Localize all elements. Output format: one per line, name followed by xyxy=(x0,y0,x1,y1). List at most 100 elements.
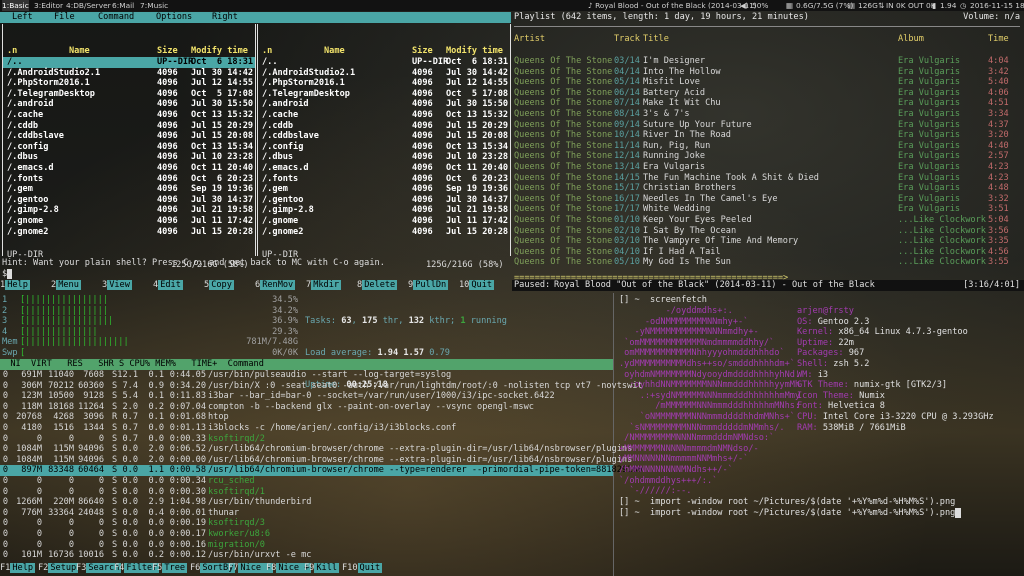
process-row[interactable]: 0 1266M 220M 86640 S 0.0 2.9 1:04.98/usr/bin/th… xyxy=(0,497,613,508)
menu-left[interactable]: Left xyxy=(12,12,33,23)
playlist-row[interactable]: Queens Of The Stone 07/14 Make It Wit Chu E… xyxy=(512,98,1024,109)
menu-command[interactable]: Command xyxy=(98,12,134,23)
playlist-row[interactable]: Queens Of The Stone 06/14 Battery Acid Era … xyxy=(512,88,1024,99)
file-row[interactable]: /.fonts 4096 Oct 6 20:23 xyxy=(258,174,510,185)
file-row[interactable]: /.gnome2 4096 Jul 15 20:28 xyxy=(3,227,255,238)
playlist-row[interactable]: Queens Of The Stone 03/14 I'm Designer Era … xyxy=(512,56,1024,67)
htop-key-setup[interactable]: F2 Setup xyxy=(38,563,79,574)
fkey-help[interactable]: 1 Help xyxy=(0,280,30,291)
file-row[interactable]: /.android 4096 Jul 30 15:50 xyxy=(258,99,510,110)
file-row[interactable]: /.gentoo 4096 Jul 30 14:37 xyxy=(3,195,255,206)
playlist-row[interactable]: Queens Of The Stone 17/17 White Wedding Era… xyxy=(512,204,1024,215)
file-row[interactable]: /.dbus 4096 Jul 10 23:28 xyxy=(3,152,255,163)
process-row[interactable]: 0 0 0 0 S 0.0 0.0 0:00.34 rcu_sched xyxy=(0,476,613,487)
file-row[interactable]: /.gimp-2.8 4096 Jul 21 19:58 xyxy=(258,205,510,216)
file-row[interactable]: /.cddbslave 4096 Jul 15 20:08 xyxy=(3,131,255,142)
process-row[interactable]: 0 0 0 0 S 0.0 0.0 0:00.19 ksoftirqd/3 xyxy=(0,518,613,529)
mc-shell-prompt[interactable]: $ xyxy=(2,269,13,280)
col-artist[interactable]: Artist xyxy=(514,34,545,45)
file-row[interactable]: /.gnome2 4096 Jul 15 20:28 xyxy=(258,227,510,238)
file-row[interactable]: /.gentoo 4096 Jul 30 14:37 xyxy=(258,195,510,206)
process-row[interactable]: 0 776M 33364 24048 S 0.0 0.4 0:00.01 thunar xyxy=(0,508,613,519)
file-row[interactable]: /.cache 4096 Oct 13 15:32 xyxy=(258,110,510,121)
col-album[interactable]: Album xyxy=(898,34,924,45)
file-row[interactable]: /.android 4096 Jul 30 15:50 xyxy=(3,99,255,110)
playlist-row[interactable]: Queens Of The Stone 16/17 Needles In The C… xyxy=(512,194,1024,205)
htop-column-header[interactable]: NI VIRT RES SHR S CPU% MEM% TIME+ Comman… xyxy=(0,359,613,370)
file-row[interactable]: /.cddbslave 4096 Jul 15 20:08 xyxy=(258,131,510,142)
menu-file[interactable]: File xyxy=(54,12,75,23)
process-row[interactable]: 0 1084M 115M 94096 S 0.0 2.0 0:00.00/usr/lib64/… xyxy=(0,455,632,466)
col-name[interactable]: Name xyxy=(69,46,90,56)
process-row[interactable]: 0 691M 11040 7608 S 12.1 0.1 0:44.05/usr/bin/pu… xyxy=(0,370,613,381)
playlist-row[interactable]: Queens Of The Stone 15/17 Christian Brothe… xyxy=(512,183,1024,194)
process-row[interactable]: 0 101M 16736 10016 S 0.0 0.2 0:00.12/usr/bin/ur… xyxy=(0,550,613,561)
playlist-row[interactable]: Queens Of The Stone 13/14 Era Vulgaris Era … xyxy=(512,162,1024,173)
file-row[interactable]: /.. UP--DIR Oct 6 18:31 xyxy=(3,57,255,68)
playlist-row[interactable]: Queens Of The Stone 02/10 I Sat By The Oce… xyxy=(512,226,1024,237)
file-row[interactable]: /.dbus 4096 Jul 10 23:28 xyxy=(258,152,510,163)
file-row[interactable]: /.gnome 4096 Jul 11 17:42 xyxy=(3,216,255,227)
playlist-row[interactable]: Queens Of The Stone 09/14 Suture Up Your F… xyxy=(512,120,1024,131)
playlist-row[interactable]: Queens Of The Stone 08/14 3's & 7's Era Vul… xyxy=(512,109,1024,120)
process-row[interactable]: 0 20768 4268 3096 R 0.7 0.1 0:01.68 htop xyxy=(0,412,613,423)
fkey-view[interactable]: 3 View xyxy=(102,280,132,291)
file-row[interactable]: /.cddb 4096 Jul 15 20:29 xyxy=(3,121,255,132)
process-row[interactable]: 0 118M 18168 11264 S 2.0 0.2 0:07.04 compton -b … xyxy=(0,402,613,413)
file-row[interactable]: /.cache 4096 Oct 13 15:32 xyxy=(3,110,255,121)
file-row[interactable]: /.fonts 4096 Oct 6 20:23 xyxy=(3,174,255,185)
htop-key-tree[interactable]: F5 Tree xyxy=(152,563,188,574)
col-title[interactable]: Title xyxy=(643,34,669,45)
terminal-screenfetch[interactable]: [] ~ screenfetch -/oyddmdhs+:. -odNMMMMM… xyxy=(615,293,1024,576)
playlist-row[interactable]: Queens Of The Stone 12/14 Running Joke Era … xyxy=(512,151,1024,162)
workspace-3[interactable]: 3:Editor xyxy=(34,0,63,11)
file-row[interactable]: /.config 4096 Oct 13 15:34 xyxy=(258,142,510,153)
htop-key-help[interactable]: F1 Help xyxy=(0,563,36,574)
file-row[interactable]: /.emacs.d 4096 Oct 11 20:40 xyxy=(258,163,510,174)
menu-options[interactable]: Options xyxy=(156,12,192,23)
playlist-row[interactable]: Queens Of The Stone 01/10 Keep Your Eyes P… xyxy=(512,215,1024,226)
workspace-7[interactable]: 7:Music xyxy=(140,0,168,11)
file-row[interactable]: /.cddb 4096 Jul 15 20:29 xyxy=(258,121,510,132)
process-row[interactable]: 0 897M 83348 60464 S 0.0 1.1 0:00.58/usr/lib64/… xyxy=(0,465,643,476)
file-row[interactable]: /.AndroidStudio2.1 4096 Jul 30 14:42 xyxy=(258,68,510,79)
file-row[interactable]: /.PhpStorm2016.1 4096 Jul 12 14:55 xyxy=(3,78,255,89)
fkey-mkdir[interactable]: 7 Mkdir xyxy=(306,280,342,291)
workspace-1[interactable]: 1:Basic xyxy=(2,0,29,11)
terminal-command-2[interactable]: [] ~ import -window root ~/Pictures/$(da… xyxy=(619,508,961,519)
col-track[interactable]: Track xyxy=(614,34,640,45)
col-time[interactable]: Time xyxy=(988,34,1009,45)
file-row[interactable]: /.gem 4096 Sep 19 19:36 xyxy=(258,184,510,195)
playlist-row[interactable]: Queens Of The Stone 03/10 The Vampyre Of T… xyxy=(512,236,1024,247)
mc-left-panel[interactable]: .n Name Size Modify time /.. UP--DIR Oct 6… xyxy=(2,24,256,270)
workspace-4[interactable]: 4:DB/Server xyxy=(66,0,111,11)
process-row[interactable]: 0 0 0 0 S 0.0 0.0 0:00.30 ksoftirqd/1 xyxy=(0,487,613,498)
process-row[interactable]: 0 4180 1516 1344 S 0.7 0.0 0:01.13 i3blocks -c /… xyxy=(0,423,613,434)
fkey-renmov[interactable]: 6 RenMov xyxy=(255,280,296,291)
mc-right-panel[interactable]: .n Name Size Modify time /.. UP--DIR Oct 6… xyxy=(257,24,511,270)
playlist-row[interactable]: Queens Of The Stone 04/10 If I Had A Tail.… xyxy=(512,247,1024,258)
col-modify-time[interactable]: Modify time xyxy=(191,46,248,56)
col-size[interactable]: Size xyxy=(412,46,433,56)
process-row[interactable]: 0 123M 10500 9128 S 5.4 0.1 0:11.83 i3bar --bar_… xyxy=(0,391,613,402)
workspace-6[interactable]: 6:Mail xyxy=(112,0,134,11)
process-row[interactable]: 0 306M 70212 60360 S 7.4 0.9 0:34.20/usr/bin/X … xyxy=(0,381,643,392)
menu-right[interactable]: Right xyxy=(212,12,238,23)
process-row[interactable]: 0 0 0 0 S 0.7 0.0 0:00.33 ksoftirqd/2 xyxy=(0,434,613,445)
file-row[interactable]: /.PhpStorm2016.1 4096 Jul 12 14:55 xyxy=(258,78,510,89)
playlist-row[interactable]: Queens Of The Stone 05/14 Misfit Love Era V… xyxy=(512,77,1024,88)
process-row[interactable]: 0 1084M 115M 94096 S 0.0 2.0 0:06.52/usr/lib64/… xyxy=(0,444,632,455)
file-row[interactable]: /.gnome 4096 Jul 11 17:42 xyxy=(258,216,510,227)
file-row[interactable]: /.AndroidStudio2.1 4096 Jul 30 14:42 xyxy=(3,68,255,79)
playlist-row[interactable]: Queens Of The Stone 14/15 The Fun Machine … xyxy=(512,173,1024,184)
fkey-edit[interactable]: 4 Edit xyxy=(153,280,183,291)
file-row[interactable]: /.gimp-2.8 4096 Jul 21 19:58 xyxy=(3,205,255,216)
playlist-row[interactable]: Queens Of The Stone 10/14 River In The Roa… xyxy=(512,130,1024,141)
file-row[interactable]: /.. UP--DIR Oct 6 18:31 xyxy=(258,57,510,68)
fkey-pulldn[interactable]: 9 PullDn xyxy=(408,280,449,291)
col-size[interactable]: Size xyxy=(157,46,178,56)
fkey-quit[interactable]: 10 Quit xyxy=(459,280,495,291)
htop-key-kill[interactable]: F9 Kill xyxy=(304,563,340,574)
file-row[interactable]: /.config 4096 Oct 13 15:34 xyxy=(3,142,255,153)
htop-key-quit[interactable]: F10 Quit xyxy=(342,563,383,574)
